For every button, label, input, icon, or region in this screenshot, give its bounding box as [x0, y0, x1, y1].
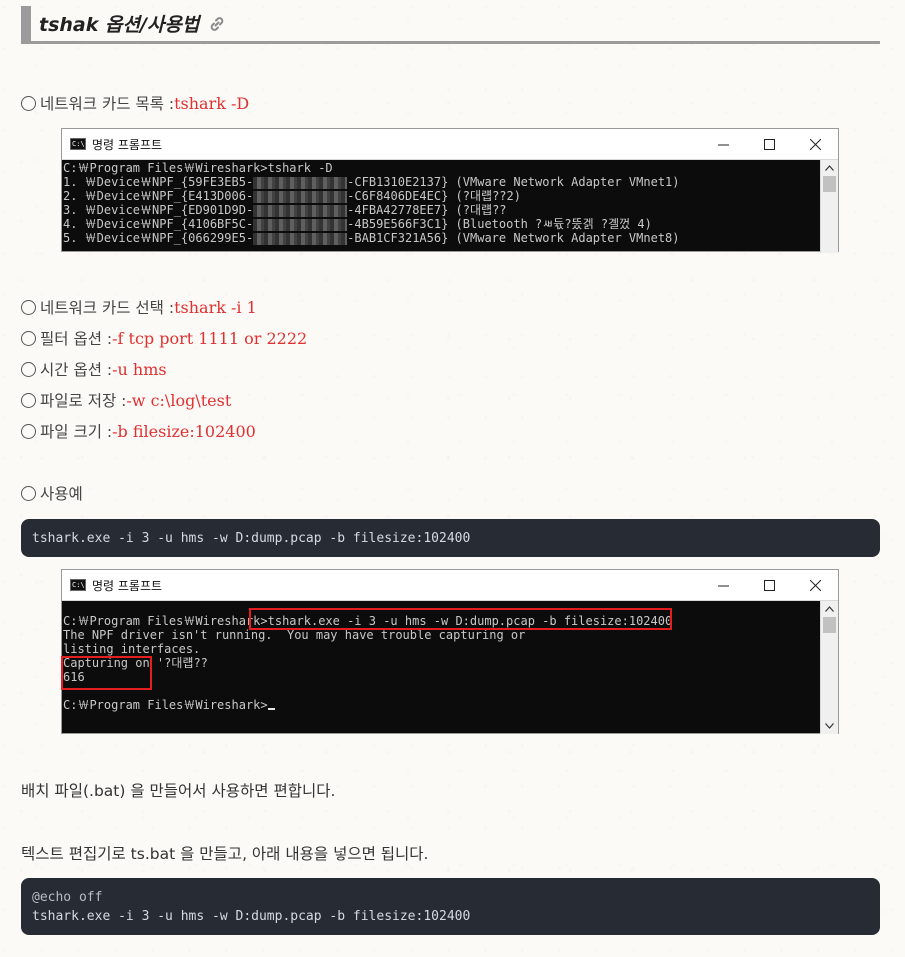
code-line: @echo off	[32, 890, 103, 905]
paragraph-batch: 배치 파일(.bat) 을 만들어서 사용하면 편합니다.	[21, 782, 336, 800]
console-line: listing interfaces.	[63, 642, 201, 656]
list-item-filter: 필터 옵션 : -f tcp port 1111 or 2222	[21, 327, 307, 349]
minimize-button[interactable]	[700, 570, 746, 600]
paragraph-editor: 텍스트 편집기로 ts.bat 을 만들고, 아래 내용을 넣으면 됩니다.	[21, 845, 429, 863]
text-cursor	[267, 708, 275, 710]
command-text: -w c:\log\test	[126, 390, 232, 410]
highlight-box-capturing	[61, 656, 152, 690]
blurred-region	[253, 204, 348, 217]
blurred-region	[253, 176, 348, 189]
console-titlebar: C:\ 명령 프롬프트	[62, 129, 838, 160]
close-button[interactable]	[792, 570, 838, 600]
code-text: tshark.exe -i 3 -u hms -w D:dump.pcap -b…	[32, 531, 471, 546]
console-line: 4. ￦Device￦NPF_{4106BF5C- -4B59E566F3C1} …	[63, 217, 652, 231]
command-text: -u hms	[112, 359, 167, 379]
page-title: tshak 옵션/사용법	[39, 14, 200, 36]
console-line: The NPF driver isn't running. You may ha…	[63, 628, 526, 642]
command-text: -b filesize:102400	[112, 421, 256, 441]
circle-bullet-icon	[21, 485, 36, 501]
command-text: tshark -i 1	[174, 297, 257, 317]
circle-bullet-icon	[21, 392, 36, 408]
vertical-scrollbar[interactable]	[820, 160, 838, 253]
command-text: tshark -D	[174, 93, 250, 113]
minimize-button[interactable]	[700, 129, 746, 159]
close-button[interactable]	[792, 129, 838, 159]
list-item-save-file: 파일로 저장 : -w c:\log\test	[21, 389, 231, 411]
scroll-thumb[interactable]	[823, 176, 836, 192]
circle-bullet-icon	[21, 95, 36, 111]
section-heading: tshak 옵션/사용법	[21, 6, 880, 44]
console-window-device-list: C:\ 명령 프롬프트 C:￦Program Files￦Wireshark>t…	[61, 128, 839, 253]
code-block-example[interactable]: tshark.exe -i 3 -u hms -w D:dump.pcap -b…	[21, 519, 880, 557]
circle-bullet-icon	[21, 361, 36, 377]
console-line: 3. ￦Device￦NPF_{ED901D9D- -4FBA42778EE7} …	[63, 203, 507, 217]
list-item-card-list: 네트워크 카드 목록 : tshark -D	[21, 92, 249, 114]
code-line: tshark.exe -i 3 -u hms -w D:dump.pcap -b…	[32, 909, 471, 924]
console-line: 5. ￦Device￦NPF_{066299E5- -BAB1CF321A56} …	[63, 231, 680, 245]
code-block-batch[interactable]: @echo off tshark.exe -i 3 -u hms -w D:du…	[21, 878, 880, 935]
console-line: 1. ￦Device￦NPF_{59FE3EB5- -CFB1310E2137} …	[63, 175, 680, 189]
console-line: C:￦Program Files￦Wireshark>	[63, 698, 268, 712]
list-item-card-select: 네트워크 카드 선택 : tshark -i 1	[21, 296, 257, 318]
maximize-button[interactable]	[746, 570, 792, 600]
cmd-app-icon: C:\	[70, 579, 86, 591]
vertical-scrollbar[interactable]	[820, 601, 838, 734]
scroll-down-arrow-icon[interactable]	[821, 718, 838, 734]
console-titlebar: C:\ 명령 프롬프트	[62, 570, 838, 601]
scroll-up-arrow-icon[interactable]	[821, 601, 838, 617]
highlight-box-command	[249, 608, 672, 630]
link-icon[interactable]	[209, 16, 225, 32]
list-item-time: 시간 옵션 : -u hms	[21, 358, 167, 380]
blurred-region	[253, 190, 348, 203]
scroll-up-arrow-icon[interactable]	[821, 160, 838, 176]
list-item-file-size: 파일 크기 : -b filesize:102400	[21, 420, 256, 442]
console-prompt-line: C:￦Program Files￦Wireshark>tshark -D	[63, 161, 333, 175]
blurred-region	[253, 218, 348, 231]
command-text: -f tcp port 1111 or 2222	[112, 328, 308, 348]
console-line: 2. ￦Device￦NPF_{E413D006- -C6F8406DE4EC} …	[63, 189, 521, 203]
circle-bullet-icon	[21, 299, 36, 315]
console-window-capture: C:\ 명령 프롬프트 C:￦Program Files￦Wireshark>t…	[61, 569, 839, 734]
console-output: C:￦Program Files￦Wireshark>tshark -D 1. …	[62, 160, 838, 253]
maximize-button[interactable]	[746, 129, 792, 159]
blurred-region	[253, 232, 348, 245]
list-item-example: 사용예	[21, 482, 83, 504]
circle-bullet-icon	[21, 423, 36, 439]
scroll-thumb[interactable]	[823, 617, 836, 633]
cmd-app-icon: C:\	[70, 138, 86, 150]
circle-bullet-icon	[21, 330, 36, 346]
